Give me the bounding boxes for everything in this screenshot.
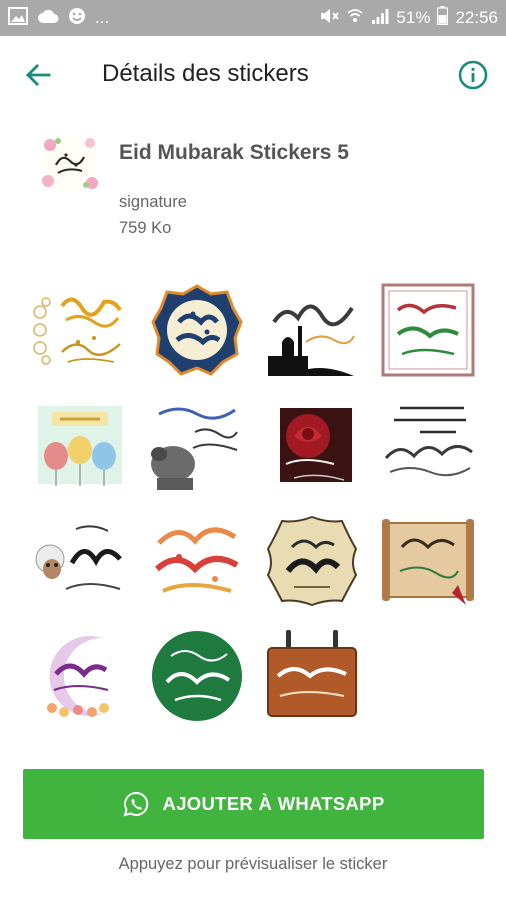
- battery-icon: [437, 6, 449, 30]
- sticker-eid-adha-cartoon-sheep[interactable]: [32, 513, 128, 609]
- preview-hint: Appuyez pour prévisualiser le sticker: [118, 855, 388, 873]
- sticker-adha-mubarak-scroll[interactable]: [380, 513, 476, 609]
- clock: 22:56: [455, 8, 498, 27]
- sticker-kol-am-colorful[interactable]: [149, 513, 245, 609]
- app-bar: Détails des stickers: [0, 36, 506, 114]
- gallery-icon: [8, 6, 28, 30]
- smiley-icon: [68, 7, 86, 30]
- pack-author: signature: [119, 193, 187, 211]
- sticker-eid-adha-framed[interactable]: [380, 282, 476, 378]
- info-icon: [458, 60, 488, 90]
- sticker-eid-said-octagon[interactable]: [149, 282, 245, 378]
- signal-icon: [371, 7, 389, 30]
- info-button[interactable]: [456, 58, 490, 92]
- status-left: ...: [8, 6, 110, 30]
- sticker-adha-crescent-flowers[interactable]: [32, 628, 128, 724]
- wifi-off-icon: [346, 7, 364, 30]
- sticker-eid-adha-gold-floral[interactable]: [32, 282, 128, 378]
- status-bar: ... 51% 22:56: [0, 0, 506, 36]
- whatsapp-icon: [123, 791, 148, 817]
- sticker-adha-mubarak-green-circle[interactable]: [149, 628, 245, 724]
- cloud-icon: [37, 8, 59, 29]
- back-arrow-icon: [26, 64, 51, 86]
- notification-ellipsis: ...: [95, 8, 110, 27]
- sticker-eid-text-wishes[interactable]: [380, 398, 476, 494]
- pack-header: Eid Mubarak Stickers 5 signature 759 Ko: [0, 125, 506, 245]
- pack-size: 759 Ko: [119, 219, 172, 237]
- status-right: 51% 22:56: [319, 6, 498, 30]
- sticker-happy-balloons[interactable]: [32, 398, 128, 494]
- sticker-eidkom-mubarak-wood-sign[interactable]: [264, 628, 360, 724]
- battery-percent: 51%: [396, 8, 431, 27]
- sticker-red-rose[interactable]: [264, 398, 360, 494]
- add-button-label: AJOUTER À WHATSAPP: [162, 793, 385, 814]
- page-title: Détails des stickers: [102, 60, 309, 87]
- mute-icon: [319, 7, 340, 30]
- pack-name: Eid Mubarak Stickers 5: [119, 141, 349, 164]
- add-to-whatsapp-button[interactable]: AJOUTER À WHATSAPP: [23, 769, 484, 839]
- pack-tray-icon: [42, 135, 98, 191]
- sticker-adha-mubarak-mosque[interactable]: [264, 282, 360, 378]
- sticker-adha-badge-beige[interactable]: [264, 513, 360, 609]
- back-button[interactable]: [18, 58, 58, 92]
- sticker-adha-mubarak-sheep[interactable]: [149, 398, 245, 494]
